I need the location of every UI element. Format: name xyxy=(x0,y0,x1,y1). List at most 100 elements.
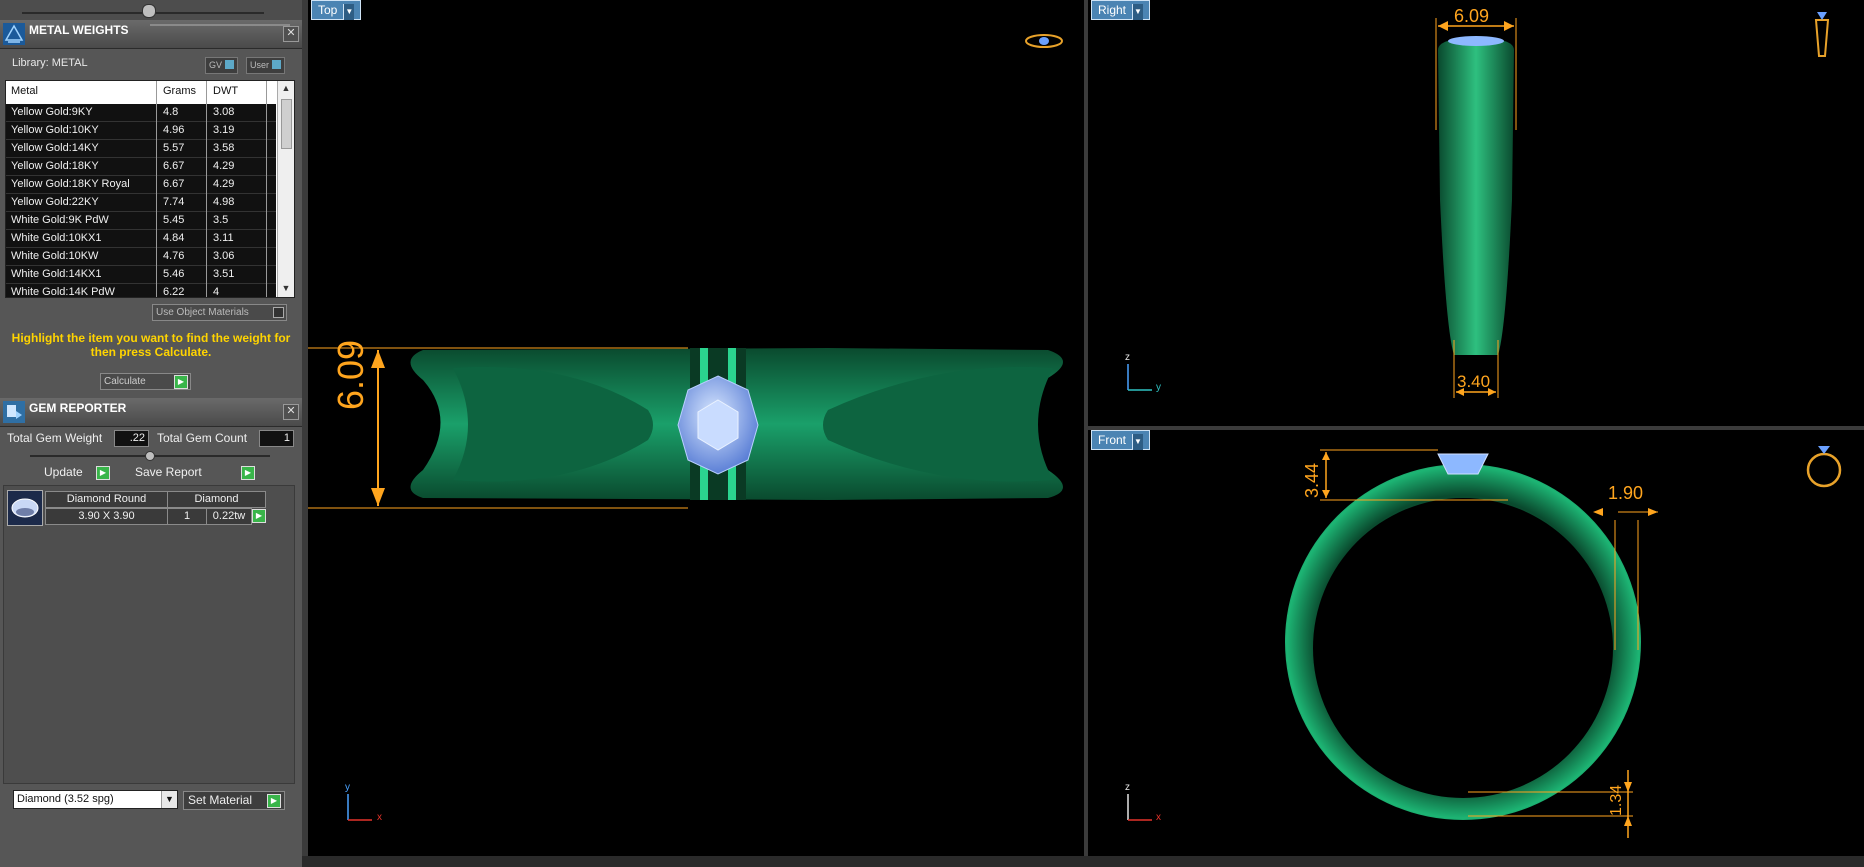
scroll-up-icon[interactable]: ▲ xyxy=(281,83,291,95)
gem-material: Diamond xyxy=(167,491,266,508)
gv-toggle[interactable]: GV xyxy=(205,57,239,74)
dim-bottom-label: 1.34 xyxy=(1608,784,1625,816)
dwt-cell: 3.19 xyxy=(213,124,235,136)
play-icon[interactable]: ▶ xyxy=(96,466,110,480)
metal-cell: White Gold:9K PdW xyxy=(11,214,109,226)
col-divider xyxy=(156,81,157,297)
viewport-right[interactable]: Right ▼ 6.09 3.40 z y xyxy=(1088,0,1864,426)
metal-weights-title: METAL WEIGHTS xyxy=(29,23,129,37)
scroll-thumb[interactable] xyxy=(281,99,292,149)
table-row[interactable]: White Gold:9K PdW 5.45 3.5 xyxy=(6,212,276,230)
metal-weights-header: METAL WEIGHTS ✕ xyxy=(0,20,302,49)
axis-h-label: x xyxy=(377,812,382,823)
gv-label: GV xyxy=(209,60,223,70)
ring-top-view xyxy=(308,347,1063,509)
metal-table-scrollbar[interactable]: ▲ ▼ xyxy=(277,81,294,297)
update-button[interactable]: Update ▶ xyxy=(44,465,110,480)
gem-panel-slider[interactable] xyxy=(30,451,270,461)
table-row[interactable]: White Gold:14K PdW 6.22 4 xyxy=(6,284,276,298)
gem-reporter-header: GEM REPORTER ✕ xyxy=(0,398,302,427)
gem-list xyxy=(3,485,295,784)
metal-table-body: Yellow Gold:9KY 4.8 3.08 Yellow Gold:10KY 4.… xyxy=(6,104,276,298)
use-object-materials-label: Use Object Materials xyxy=(156,307,249,318)
user-toggle[interactable]: User xyxy=(246,57,286,74)
hint-text: Highlight the item you want to find the … xyxy=(11,331,291,359)
dwt-cell: 3.51 xyxy=(213,268,235,280)
metal-cell: Yellow Gold:18KY xyxy=(11,160,99,172)
play-icon[interactable]: ▶ xyxy=(267,794,281,808)
metal-cell: White Gold:14K PdW xyxy=(11,286,115,298)
axis-v-label: y xyxy=(345,782,350,793)
col-dwt[interactable]: DWT xyxy=(213,85,238,97)
viewport-front[interactable]: Front ▼ 3.44 1.90 1.34 z x xyxy=(1088,430,1864,856)
grams-cell: 6.22 xyxy=(163,286,185,298)
metal-cell: White Gold:14KX1 xyxy=(11,268,102,280)
grams-cell: 5.45 xyxy=(163,214,185,226)
save-report-label: Save Report xyxy=(135,465,202,479)
table-row[interactable]: White Gold:14KX1 5.46 3.51 xyxy=(6,266,276,284)
dwt-cell: 4.98 xyxy=(213,196,235,208)
viewport-top[interactable]: Top ▼ 6.09 y x xyxy=(308,0,1084,856)
ring-front-view xyxy=(1285,449,1658,838)
metal-cell: Yellow Gold:10KY xyxy=(11,124,99,136)
metal-cell: Yellow Gold:18KY Royal xyxy=(11,178,130,190)
save-report-button[interactable]: Save Report ▶ xyxy=(135,465,255,480)
col-grams[interactable]: Grams xyxy=(163,85,196,97)
dwt-cell: 4 xyxy=(213,286,220,298)
dim-left-label: 3.44 xyxy=(1302,462,1322,498)
metal-table-header: Metal Grams DWT xyxy=(6,81,276,103)
chevron-down-icon[interactable]: ▼ xyxy=(161,791,177,808)
panel-splitter[interactable] xyxy=(0,0,302,20)
metal-cell: Yellow Gold:22KY xyxy=(11,196,99,208)
grams-cell: 4.76 xyxy=(163,250,185,262)
dwt-cell: 3.11 xyxy=(213,232,234,244)
play-icon[interactable]: ▶ xyxy=(252,509,266,523)
play-icon[interactable]: ▶ xyxy=(174,375,188,389)
dwt-cell: 4.29 xyxy=(213,178,235,190)
use-object-materials-checkbox[interactable]: Use Object Materials xyxy=(152,304,287,321)
col-divider xyxy=(266,81,267,297)
dim-width-label: 6.09 xyxy=(330,339,371,410)
table-row[interactable]: Yellow Gold:18KY Royal 6.67 4.29 xyxy=(6,176,276,194)
table-row[interactable]: Yellow Gold:18KY 6.67 4.29 xyxy=(6,158,276,176)
table-row[interactable]: White Gold:10KX1 4.84 3.11 xyxy=(6,230,276,248)
table-row[interactable]: Yellow Gold:10KY 4.96 3.19 xyxy=(6,122,276,140)
table-row[interactable]: Yellow Gold:9KY 4.8 3.08 xyxy=(6,104,276,122)
total-gem-count-field[interactable]: 1 xyxy=(259,430,294,447)
metal-cell: Yellow Gold:14KY xyxy=(11,142,99,154)
grams-cell: 7.74 xyxy=(163,196,185,208)
checkbox-icon[interactable] xyxy=(273,307,284,318)
gem-row[interactable]: Diamond Round Diamond 3.90 X 3.90 1 0.22… xyxy=(7,490,266,526)
total-gem-weight-label: Total Gem Weight xyxy=(7,431,103,445)
update-label: Update xyxy=(44,465,83,479)
header-grip xyxy=(150,24,290,26)
material-select[interactable]: Diamond (3.52 spg) ▼ xyxy=(13,790,178,809)
scroll-down-icon[interactable]: ▼ xyxy=(281,283,291,295)
gem-weight: 0.22tw xyxy=(206,508,252,525)
axis-v-label: z xyxy=(1125,782,1130,793)
col-metal[interactable]: Metal xyxy=(11,85,38,97)
metal-table[interactable]: Metal Grams DWT Yellow Gold:9KY 4.8 3.08 Ye… xyxy=(5,80,295,298)
dim-top-label: 6.09 xyxy=(1454,6,1490,26)
calculate-button[interactable]: Calculate ▶ xyxy=(100,373,191,390)
splitter-handle[interactable] xyxy=(142,4,156,18)
grams-cell: 4.84 xyxy=(163,232,185,244)
play-icon[interactable]: ▶ xyxy=(241,466,255,480)
user-checkbox-icon xyxy=(272,60,282,69)
total-gem-weight-field[interactable]: .22 xyxy=(114,430,149,447)
dwt-cell: 3.06 xyxy=(213,250,235,262)
gem-count: 1 xyxy=(167,508,207,525)
close-icon[interactable]: ✕ xyxy=(283,404,299,420)
metal-cell: White Gold:10KX1 xyxy=(11,232,102,244)
grams-cell: 4.96 xyxy=(163,124,185,136)
dim-bottom-label: 3.40 xyxy=(1457,372,1491,391)
table-row[interactable]: White Gold:10KW 4.76 3.06 xyxy=(6,248,276,266)
set-material-button[interactable]: Set Material ▶ xyxy=(183,791,285,810)
grams-cell: 5.57 xyxy=(163,142,185,154)
axis-v-label: z xyxy=(1125,352,1130,363)
table-row[interactable]: Yellow Gold:22KY 7.74 4.98 xyxy=(6,194,276,212)
left-panel: METAL WEIGHTS ✕ Library: METAL GV User M… xyxy=(0,0,302,867)
grams-cell: 5.46 xyxy=(163,268,185,280)
table-row[interactable]: Yellow Gold:14KY 5.57 3.58 xyxy=(6,140,276,158)
close-icon[interactable]: ✕ xyxy=(283,26,299,42)
